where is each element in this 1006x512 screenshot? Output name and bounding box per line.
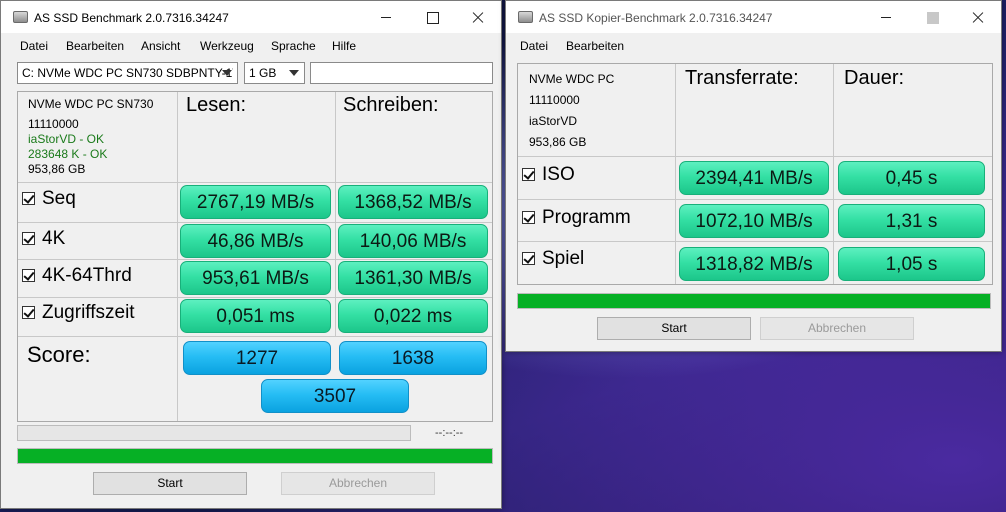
menu-sprache[interactable]: Sprache (271, 39, 316, 53)
driver-name: iaStorVD (529, 114, 578, 128)
seq-read-result: 2767,19 MB/s (180, 185, 331, 219)
drive-select-value: C: NVMe WDC PC SN730 SDBPNTY-1TB (22, 66, 233, 80)
chevron-down-icon (289, 70, 299, 76)
drive-app-icon (13, 11, 28, 23)
row-label-iso: ISO (542, 164, 575, 185)
chevron-down-icon (222, 70, 232, 76)
access-write-result: 0,022 ms (338, 299, 488, 333)
minimize-button[interactable] (863, 1, 909, 33)
row-label-spiel: Spiel (542, 248, 585, 269)
programm-rate-result: 1072,10 MB/s (679, 204, 829, 238)
iso-rate-result: 2394,41 MB/s (679, 161, 829, 195)
menu-bar: Datei Bearbeiten Ansicht Werkzeug Sprach… (1, 35, 501, 57)
row-spiel[interactable]: Spiel (522, 248, 584, 270)
drive-capacity: 953,86 GB (28, 162, 86, 176)
row-label-4k: 4K (42, 228, 66, 249)
row-label-zugriffszeit: Zugriffszeit (42, 302, 135, 323)
row-4k-64thrd[interactable]: 4K-64Thrd (22, 265, 132, 287)
alignment-status: 283648 K - OK (28, 147, 108, 161)
progress-bar-total (17, 448, 493, 464)
close-button[interactable] (955, 1, 1001, 33)
progress-bar-current (17, 425, 411, 441)
4k-read-result: 46,86 MB/s (180, 224, 331, 258)
elapsed-time: --:--:-- (435, 427, 464, 439)
drive-firmware: 11110000 (28, 117, 79, 131)
4k64-write-result: 1361,30 MB/s (338, 261, 488, 295)
as-ssd-copy-benchmark-window: AS SSD Kopier-Benchmark 2.0.7316.34247 D… (505, 0, 1002, 352)
menu-bearbeiten[interactable]: Bearbeiten (566, 39, 624, 53)
row-4k[interactable]: 4K (22, 228, 65, 250)
maximize-button (909, 1, 955, 33)
drive-firmware: 11110000 (529, 93, 580, 107)
row-label-programm: Programm (542, 207, 631, 228)
checkbox-iso[interactable] (522, 168, 535, 181)
programm-duration-result: 1,31 s (838, 204, 985, 238)
menu-datei[interactable]: Datei (20, 39, 48, 53)
drive-app-icon (518, 11, 533, 23)
close-button[interactable] (455, 1, 501, 33)
drive-select[interactable]: C: NVMe WDC PC SN730 SDBPNTY-1TB (17, 62, 238, 84)
checkbox-programm[interactable] (522, 211, 535, 224)
copy-start-button[interactable]: Start (597, 317, 751, 340)
row-programm[interactable]: Programm (522, 207, 631, 229)
spiel-duration-result: 1,05 s (838, 247, 985, 281)
drive-info: NVMe WDC PC SN730 11110000 iaStorVD - OK… (28, 97, 153, 177)
copy-progress-bar (517, 293, 991, 309)
window-title: AS SSD Benchmark 2.0.7316.34247 (34, 11, 229, 25)
minimize-button[interactable] (363, 1, 409, 33)
seq-write-result: 1368,52 MB/s (338, 185, 488, 219)
maximize-button[interactable] (409, 1, 455, 33)
duration-header: Dauer: (844, 67, 905, 89)
checkbox-4k-64thrd[interactable] (22, 269, 35, 282)
row-label-4k-64thrd: 4K-64Thrd (42, 265, 132, 286)
score-label: Score: (27, 342, 91, 367)
copy-window-title: AS SSD Kopier-Benchmark 2.0.7316.34247 (539, 11, 773, 25)
access-read-result: 0,051 ms (180, 299, 331, 333)
title-bar[interactable]: AS SSD Benchmark 2.0.7316.34247 (1, 1, 501, 33)
text-input[interactable] (310, 62, 493, 84)
drive-capacity: 953,86 GB (529, 135, 587, 149)
abort-button[interactable]: Abbrechen (281, 472, 435, 495)
copy-title-bar[interactable]: AS SSD Kopier-Benchmark 2.0.7316.34247 (506, 1, 1001, 33)
menu-ansicht[interactable]: Ansicht (141, 39, 180, 53)
score-total: 3507 (261, 379, 409, 413)
progress-fill (18, 449, 492, 463)
copy-menu-bar: Datei Bearbeiten (506, 35, 1001, 57)
checkbox-4k[interactable] (22, 232, 35, 245)
spiel-rate-result: 1318,82 MB/s (679, 247, 829, 281)
4k-write-result: 140,06 MB/s (338, 224, 488, 258)
4k64-read-result: 953,61 MB/s (180, 261, 331, 295)
copy-abort-button[interactable]: Abbrechen (760, 317, 914, 340)
copy-progress-fill (518, 294, 990, 308)
row-label-seq: Seq (42, 188, 76, 209)
driver-status: iaStorVD - OK (28, 132, 105, 146)
copy-drive-info: NVMe WDC PC 11110000 iaStorVD 953,86 GB (529, 69, 614, 153)
row-seq[interactable]: Seq (22, 188, 76, 210)
write-header: Schreiben: (343, 94, 439, 116)
start-button[interactable]: Start (93, 472, 247, 495)
iso-duration-result: 0,45 s (838, 161, 985, 195)
menu-bearbeiten[interactable]: Bearbeiten (66, 39, 124, 53)
row-zugriffszeit[interactable]: Zugriffszeit (22, 302, 135, 324)
read-header: Lesen: (186, 94, 247, 116)
menu-werkzeug[interactable]: Werkzeug (200, 39, 254, 53)
as-ssd-benchmark-window: AS SSD Benchmark 2.0.7316.34247 Datei Be… (0, 0, 502, 509)
checkbox-seq[interactable] (22, 192, 35, 205)
drive-model: NVMe WDC PC SN730 (28, 97, 154, 111)
transfer-rate-header: Transferrate: (685, 67, 799, 89)
score-write: 1638 (339, 341, 487, 375)
drive-model: NVMe WDC PC (529, 72, 615, 86)
checkbox-spiel[interactable] (522, 252, 535, 265)
row-iso[interactable]: ISO (522, 164, 575, 186)
menu-hilfe[interactable]: Hilfe (332, 39, 356, 53)
score-read: 1277 (183, 341, 331, 375)
size-select[interactable]: 1 GB (244, 62, 305, 84)
menu-datei[interactable]: Datei (520, 39, 548, 53)
checkbox-zugriffszeit[interactable] (22, 306, 35, 319)
